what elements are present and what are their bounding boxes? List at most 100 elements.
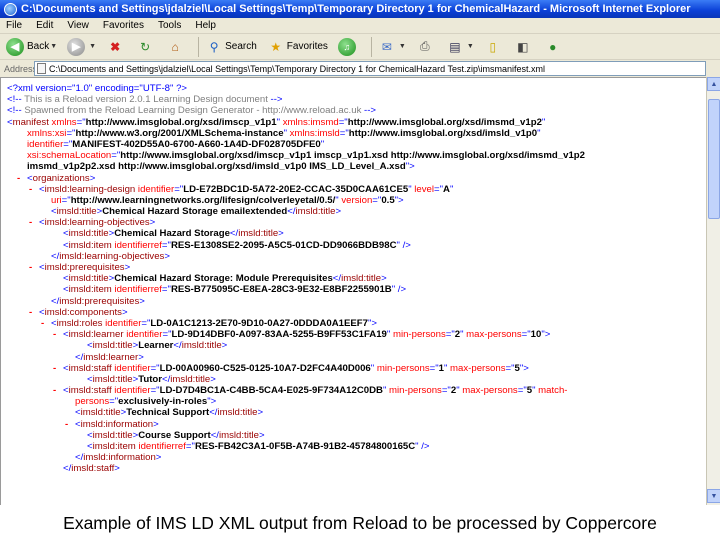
xml-token: Chemical Hazard Storage [114, 228, 230, 240]
menu-tools[interactable]: Tools [158, 20, 181, 31]
xml-token: Technical Support [126, 407, 210, 419]
menu-help[interactable]: Help [195, 20, 216, 31]
stop-button[interactable]: ✖ [104, 36, 128, 58]
xml-token: "> [367, 317, 377, 329]
xml-token: match- [535, 385, 568, 397]
vertical-scrollbar[interactable]: ▲ ▼ [706, 77, 720, 505]
collapse-toggle-icon[interactable]: - [29, 262, 32, 273]
xml-token: > [153, 418, 159, 430]
xml-line: - <imsld:staff identifier="LD-00A00960-C5… [1, 363, 706, 374]
scroll-down-icon[interactable]: ▼ [707, 489, 720, 503]
xml-token: 0.5 [381, 194, 395, 206]
collapse-toggle-icon[interactable]: - [65, 419, 68, 430]
collapse-toggle-icon[interactable]: - [29, 307, 32, 318]
xml-token: > [257, 407, 264, 419]
xml-line: <imsld:title>Learner</imsld:title> [1, 340, 706, 351]
xml-token: imsld:components [44, 306, 122, 318]
xml-line: <imsld:title>Course Support</imsld:title… [1, 430, 706, 441]
xml-token: =" [111, 150, 121, 162]
xml-token: imsld:learner [68, 329, 124, 341]
mail-button[interactable]: ✉ ▼ [376, 36, 408, 58]
address-input[interactable]: C:\Documents and Settings\jdalziel\Local… [34, 61, 706, 76]
menu-view[interactable]: View [67, 20, 89, 31]
collapse-toggle-icon[interactable]: - [29, 217, 32, 228]
home-button[interactable]: ⌂ [164, 36, 188, 58]
favorites-button[interactable]: ★ Favorites [265, 36, 330, 58]
xml-token: =" [434, 183, 444, 195]
xml-token: imsld:title [92, 340, 133, 352]
xml-token: LD-E72BDC1D-5A72-20E2-CCAC-35D0CAA61CE5 [183, 183, 409, 195]
xml-token: 10 [530, 329, 542, 341]
xml-token: > [210, 373, 216, 385]
xml-token: > [124, 262, 131, 273]
menu-favorites[interactable]: Favorites [103, 20, 144, 31]
forward-dropdown-icon[interactable]: ▼ [89, 43, 96, 50]
collapse-toggle-icon[interactable]: - [53, 385, 56, 396]
refresh-button[interactable]: ↻ [134, 36, 158, 58]
xml-token: imsld:learning-design [44, 183, 136, 195]
mail-dropdown-icon[interactable]: ▼ [399, 43, 406, 50]
xml-token: min-persons [390, 329, 446, 341]
edit-button[interactable]: ▤ ▼ [444, 36, 476, 58]
xml-token: imsld:title [341, 273, 382, 285]
xml-token: max-persons [463, 329, 522, 341]
forward-button[interactable]: ▶ ▼ [65, 36, 98, 58]
xml-token: =" [441, 385, 451, 397]
xml-token: =" [521, 329, 531, 341]
xml-token: Chemical Hazard Storage: Module Prerequi… [114, 273, 333, 285]
xml-token: =" [372, 194, 382, 206]
scrollbar-thumb[interactable] [708, 99, 720, 219]
xml-token: imsld:title [238, 228, 279, 240]
menu-edit[interactable]: Edit [36, 20, 53, 31]
xml-token: imsld:roles [56, 317, 103, 329]
xml-token: LD-9D14DBF0-A097-83AA-5255-B9FF53C1FA19 [171, 329, 387, 341]
xml-token: identifierref [135, 441, 186, 452]
messenger-button[interactable]: ● [542, 36, 566, 58]
xml-line: - <imsld:components> [1, 307, 706, 318]
print-icon: ⎙ [420, 39, 430, 53]
xml-token: imsld:title [80, 407, 121, 419]
xml-token: level [411, 183, 435, 195]
media-button[interactable]: ♫ [336, 36, 361, 58]
research-book-icon: ◧ [517, 39, 529, 54]
xml-token: " /> [391, 284, 407, 296]
collapse-toggle-icon[interactable]: - [41, 318, 44, 329]
search-button[interactable]: ⚲ Search [203, 36, 259, 58]
xml-token: persons [75, 396, 110, 408]
xml-token: > [381, 273, 387, 285]
xml-token: =" [505, 362, 515, 374]
xml-token: Chemical Hazard Storage emailextended [102, 206, 288, 218]
collapse-toggle-icon[interactable]: - [17, 173, 20, 184]
xml-token: imsld:learning-objectives [59, 250, 165, 262]
title-bar: C:\Documents and Settings\jdalziel\Local… [0, 0, 720, 18]
xml-token: min-persons [386, 385, 442, 397]
back-button[interactable]: ◀ Back ▼ [4, 36, 59, 58]
xml-token: http://www.w3.org/2001/XMLSchema-instanc… [75, 127, 284, 139]
xml-token: > [258, 429, 265, 441]
xml-line: <imsld:title>Tutor</imsld:title> [1, 374, 706, 385]
discuss-button[interactable]: ▯ [482, 36, 506, 58]
favorites-button-label: Favorites [286, 41, 328, 52]
xml-token: RES-FB42C3A1-0F5B-A74B-91B2-45784800165C [194, 441, 416, 452]
xml-line: <imsld:title>Technical Support</imsld:ti… [1, 407, 706, 418]
xml-token: > [335, 206, 342, 218]
collapse-toggle-icon[interactable]: - [29, 184, 32, 195]
print-button[interactable]: ⎙ [414, 36, 438, 58]
xml-token: <!-- [7, 94, 25, 106]
scroll-up-icon[interactable]: ▲ [707, 77, 720, 91]
xml-token: </ [210, 429, 219, 441]
xml-token: identifierref [111, 284, 162, 296]
media-icon: ♫ [337, 37, 356, 56]
xml-line: </imsld:learner> [1, 352, 706, 363]
xml-token: imsld:title [170, 373, 211, 385]
xml-token: max-persons [459, 385, 518, 397]
collapse-toggle-icon[interactable]: - [53, 363, 56, 374]
edit-dropdown-icon[interactable]: ▼ [467, 43, 474, 50]
xml-token: LD-0A1C1213-2E70-9D10-0A27-0DDDA0A1EEF7 [150, 317, 368, 329]
research-button[interactable]: ◧ [512, 36, 536, 58]
xml-line: imsmd_v1p2p2.xsd http://www.imsglobal.or… [1, 161, 706, 172]
back-dropdown-icon[interactable]: ▼ [50, 43, 57, 50]
collapse-toggle-icon[interactable]: - [53, 329, 56, 340]
xml-token: RES-E1308SE2-2095-A5C5-01CD-DD9066BDB98C [170, 239, 397, 251]
menu-file[interactable]: File [6, 20, 22, 31]
